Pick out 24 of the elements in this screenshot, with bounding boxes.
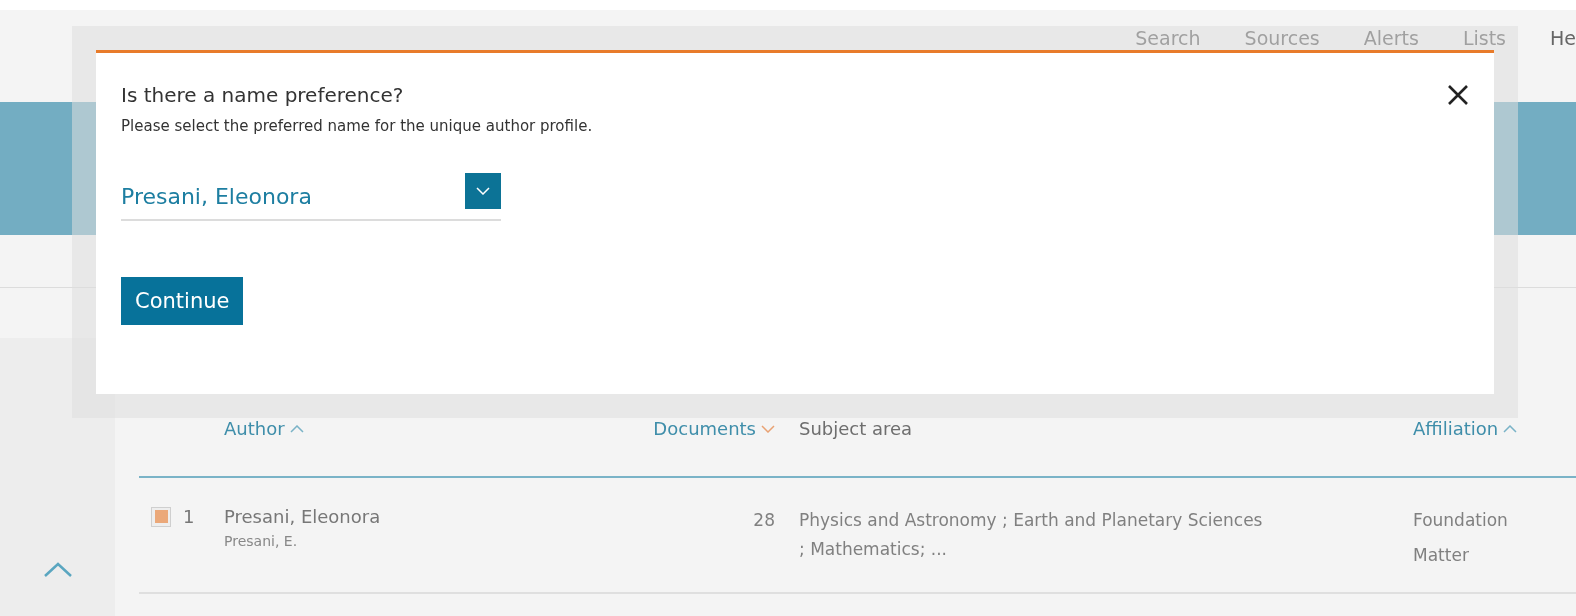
nav-link[interactable]: Lists bbox=[1462, 27, 1506, 49]
row-number: 1 bbox=[183, 506, 195, 527]
nav-link[interactable]: Alerts bbox=[1363, 27, 1419, 49]
dialog-message: Please select the preferred name for the unique author profile. bbox=[121, 117, 593, 135]
nav-link[interactable]: Sources bbox=[1244, 27, 1320, 49]
author-name[interactable]: Presani, Eleonora bbox=[224, 506, 624, 527]
checkbox[interactable] bbox=[151, 506, 171, 527]
table-cell-text: Foundation bbox=[1413, 509, 1509, 532]
table-cell-text: 28 bbox=[753, 509, 775, 532]
table-cell-text: Physics and Astronomy ; Earth and Planetary Sciences ; Mathematics; ... bbox=[799, 509, 1264, 561]
table-cell-text: Matter bbox=[1413, 544, 1470, 567]
column-header[interactable]: Documents bbox=[653, 418, 756, 439]
column-header: Subject area bbox=[799, 418, 913, 439]
column-header[interactable]: Affiliation bbox=[1413, 418, 1499, 439]
nav-link[interactable]: Search bbox=[1135, 27, 1201, 49]
name-variant: Presani, E. bbox=[224, 533, 299, 549]
caret-icon bbox=[465, 173, 501, 209]
dialog-title: Is there a name preference? bbox=[121, 83, 404, 107]
column-header[interactable]: Author bbox=[224, 418, 285, 439]
close-button[interactable] bbox=[1446, 83, 1470, 107]
nav-link[interactable]: He bbox=[1550, 27, 1576, 49]
name-dropdown[interactable]: Presani, Eleonora bbox=[121, 173, 501, 221]
chevron-up-icon[interactable] bbox=[42, 562, 73, 578]
continue-button[interactable]: Continue bbox=[121, 277, 244, 325]
